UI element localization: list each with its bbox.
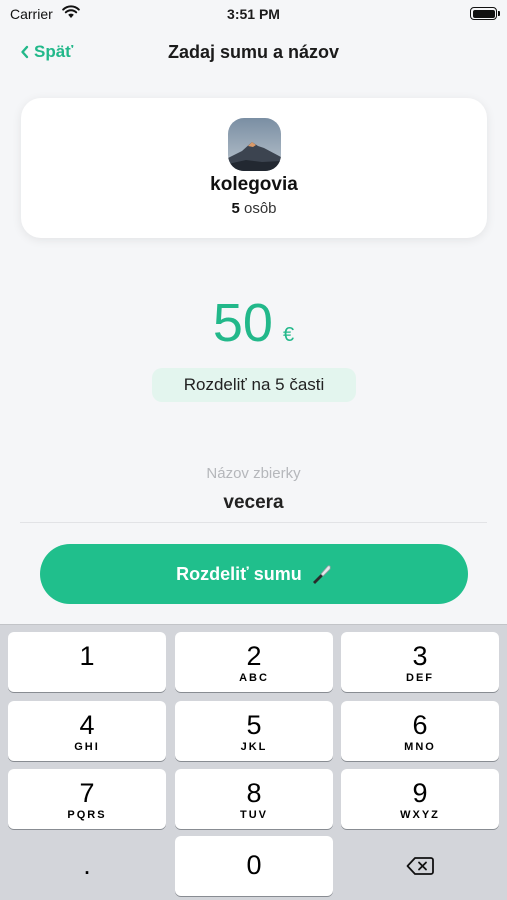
key-letters: WXYZ: [400, 809, 440, 821]
key-7[interactable]: 7 PQRS: [8, 769, 166, 829]
member-count-value: 5: [231, 200, 240, 217]
split-amount-label: Rozdeliť sumu: [176, 563, 302, 584]
key-digit: 7: [79, 778, 95, 808]
key-letters: MNO: [404, 741, 436, 753]
key-4[interactable]: 4 GHI: [8, 701, 166, 761]
key-1[interactable]: 1: [8, 632, 166, 692]
key-9[interactable]: 9 WXYZ: [341, 769, 499, 829]
key-decimal[interactable]: .: [8, 836, 166, 896]
key-digit: 3: [412, 641, 428, 671]
knife-icon: [312, 565, 331, 584]
key-digit: 5: [246, 710, 262, 740]
key-digit: 9: [412, 778, 428, 808]
mountain-photo: [228, 118, 281, 171]
group-card[interactable]: kolegovia 5 osôb: [21, 98, 487, 238]
amount-display[interactable]: 50 €: [0, 292, 507, 354]
split-parts-pill[interactable]: Rozdeliť na 5 časti: [152, 368, 356, 402]
key-0[interactable]: 0: [175, 836, 333, 896]
key-letters: JKL: [240, 741, 268, 753]
key-digit: 2: [246, 641, 262, 671]
key-letters: PQRS: [67, 809, 107, 821]
key-3[interactable]: 3 DEF: [341, 632, 499, 692]
key-letters: GHI: [74, 741, 100, 753]
page-title: Zadaj sumu a názov: [167, 42, 340, 62]
status-bar: Carrier 3:51 PM: [0, 0, 507, 28]
group-name: kolegovia: [210, 174, 298, 195]
key-digit: 6: [412, 710, 428, 740]
group-avatar: [228, 118, 281, 171]
amount-value: 50: [212, 293, 273, 353]
key-digit: 4: [79, 710, 95, 740]
key-8[interactable]: 8 TUV: [175, 769, 333, 829]
key-5[interactable]: 5 JKL: [175, 701, 333, 761]
key-letters: TUV: [240, 809, 268, 821]
member-count-unit: osôb: [243, 200, 277, 217]
key-digit: 0: [246, 850, 262, 880]
key-6[interactable]: 6 MNO: [341, 701, 499, 761]
input-underline: [20, 522, 487, 523]
key-letters: ABC: [239, 672, 269, 684]
battery-icon: [470, 7, 500, 20]
split-amount-button[interactable]: Rozdeliť sumu: [40, 544, 468, 604]
collection-name-label: Názov zbierky: [206, 465, 301, 482]
key-digit: 8: [246, 778, 262, 808]
collection-name-input[interactable]: vecera: [0, 492, 507, 514]
key-delete[interactable]: [341, 836, 499, 896]
currency-symbol: €: [282, 324, 295, 346]
key-2[interactable]: 2 ABC: [175, 632, 333, 692]
clock: 3:51 PM: [227, 6, 280, 22]
numeric-keypad: 1 2 ABC 3 DEF 4 GHI 5 JKL 6 MNO 7 PQRS 8…: [0, 624, 507, 900]
backspace-icon: [406, 857, 434, 875]
key-digit: .: [83, 850, 91, 880]
group-member-count: 5 osôb: [21, 200, 487, 217]
key-digit: 1: [79, 641, 95, 671]
navigation-bar: Späť Zadaj sumu a názov: [0, 38, 507, 68]
key-letters: DEF: [406, 672, 434, 684]
